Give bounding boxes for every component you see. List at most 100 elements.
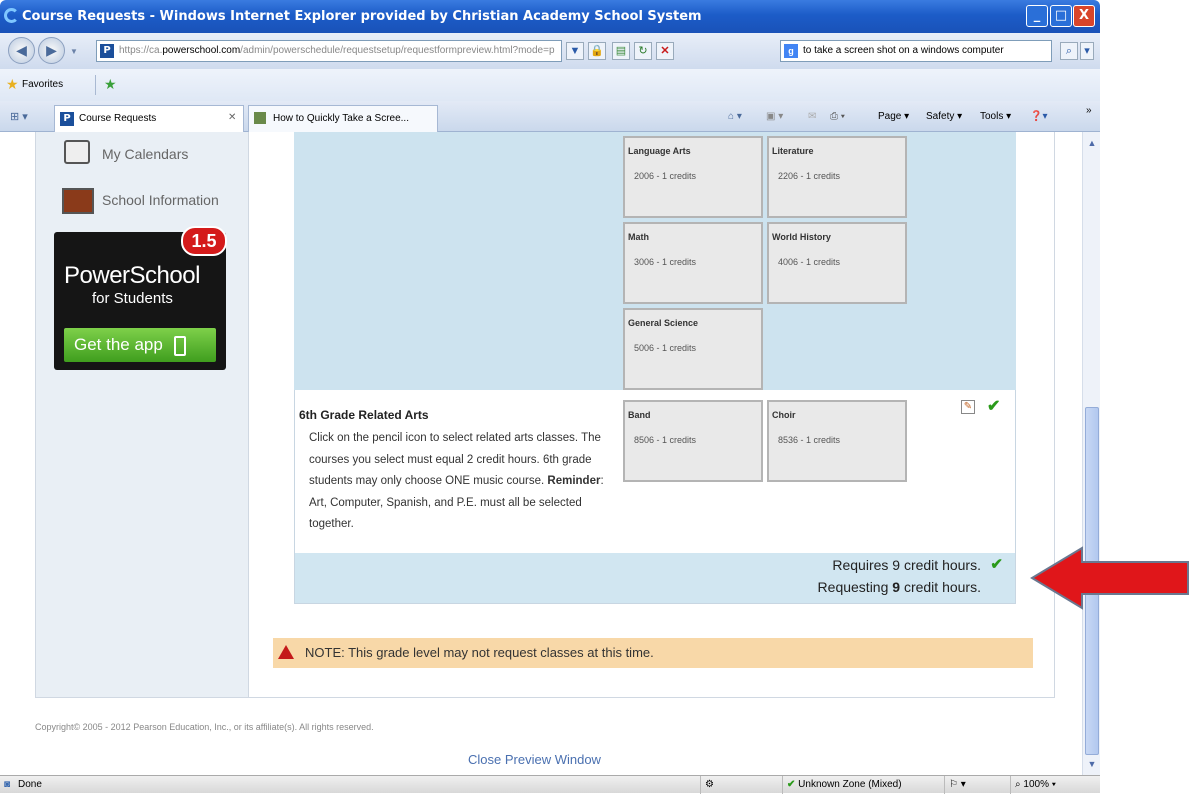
- page-content: My Calendars School Information 1.5 Powe…: [0, 132, 1100, 775]
- address-dropdown-button[interactable]: ▼: [566, 42, 584, 60]
- back-button[interactable]: ◀: [8, 37, 35, 64]
- protected-mode-icon[interactable]: ⚐ ▾: [944, 776, 1008, 794]
- calendar-icon: [64, 140, 90, 164]
- close-tab-icon[interactable]: ✕: [228, 112, 236, 123]
- tab-label: Course Requests: [79, 113, 157, 124]
- add-favorite-icon[interactable]: ★: [104, 76, 117, 93]
- requesting-credits: Requesting 9 credit hours.: [818, 579, 981, 595]
- minimize-button[interactable]: _: [1026, 5, 1048, 27]
- course-credits: 4006 - 1 credits: [778, 257, 841, 267]
- grade-level-note: NOTE: This grade level may not request c…: [273, 638, 1033, 668]
- scroll-up-arrow-icon[interactable]: ▲: [1085, 136, 1099, 150]
- sidebar-item-school-information[interactable]: School Information: [102, 192, 219, 208]
- pencil-edit-icon[interactable]: ✎: [961, 400, 975, 414]
- requires-credits: Requires 9 credit hours. ✔: [832, 556, 1003, 573]
- school-icon: [62, 188, 94, 214]
- course-credits: 8506 - 1 credits: [634, 435, 697, 445]
- address-bar[interactable]: https://ca.powerschool.com/admin/powersc…: [96, 40, 562, 62]
- zoom-icon: ⌕: [1015, 779, 1021, 790]
- red-arrow-annotation: [1030, 546, 1189, 610]
- history-dropdown-icon[interactable]: ▼: [70, 47, 78, 56]
- forward-button[interactable]: ▶: [38, 37, 65, 64]
- tab-how-to-screenshot[interactable]: How to Quickly Take a Scree...: [248, 105, 438, 132]
- checkmark-icon: ✔: [987, 398, 1001, 415]
- course-name: General Science: [628, 318, 699, 328]
- close-preview-link[interactable]: Close Preview Window: [468, 752, 601, 767]
- tools-menu-label: Tools: [980, 111, 1004, 122]
- maximize-button[interactable]: □: [1050, 5, 1072, 27]
- checkmark-icon: ✔: [787, 779, 796, 790]
- search-input[interactable]: to take a screen shot on a windows compu…: [780, 40, 1052, 62]
- course-name: Math: [628, 232, 649, 242]
- page-status-icon: ◙: [4, 779, 11, 790]
- copyright: Copyright© 2005 - 2012 Pearson Education…: [35, 722, 374, 732]
- credit-summary: Requires 9 credit hours. ✔ Requesting 9 …: [295, 553, 1015, 603]
- related-arts-section: 6th Grade Related Arts Click on the penc…: [294, 390, 1016, 604]
- zone-label: Unknown Zone (Mixed): [798, 779, 902, 790]
- course-card: Band 8506 - 1 credits: [623, 400, 763, 482]
- vertical-scrollbar[interactable]: ▲ ▼: [1082, 132, 1100, 775]
- privacy-icon[interactable]: ⚙: [700, 776, 780, 794]
- feeds-icon[interactable]: ▣ ▾: [766, 111, 783, 122]
- course-card: Language Arts 2006 - 1 credits: [623, 136, 763, 218]
- url-domain: powerschool.com: [162, 45, 241, 56]
- course-name: Language Arts: [628, 146, 691, 156]
- course-credits: 8536 - 1 credits: [778, 435, 841, 445]
- window-title: Course Requests - Windows Internet Explo…: [22, 9, 702, 24]
- get-the-app-label: Get the app: [74, 335, 163, 354]
- powerschool-app-ad[interactable]: 1.5 PowerSchool for Students Get the app: [54, 226, 227, 370]
- lock-icon[interactable]: 🔒: [588, 42, 606, 60]
- sidebar-item-my-calendars[interactable]: My Calendars: [102, 146, 188, 162]
- requesting-value: 9: [892, 579, 901, 595]
- main-panel: Language Arts 2006 - 1 credits Literatur…: [249, 132, 1055, 698]
- zoom-control[interactable]: ⌕ 100% ▾: [1010, 776, 1100, 794]
- home-icon[interactable]: ⌂ ▾: [728, 111, 742, 122]
- requesting-suffix: credit hours.: [900, 579, 981, 595]
- more-toolbar-icon[interactable]: »: [1086, 105, 1092, 116]
- page-menu[interactable]: Page ▾: [878, 111, 909, 122]
- course-credits: 2206 - 1 credits: [778, 171, 841, 181]
- course-name: Band: [628, 410, 651, 420]
- scroll-down-arrow-icon[interactable]: ▼: [1085, 757, 1099, 771]
- search-button[interactable]: ⌕: [1060, 42, 1078, 60]
- stop-button[interactable]: ✕: [656, 42, 674, 60]
- quick-tabs-icon[interactable]: ⊞ ▾: [10, 110, 28, 123]
- core-courses-section: Language Arts 2006 - 1 credits Literatur…: [294, 132, 1016, 390]
- safety-menu[interactable]: Safety ▾: [926, 111, 962, 122]
- tab-label: How to Quickly Take a Scree...: [273, 113, 409, 124]
- print-icon[interactable]: ⎙ ▾: [830, 111, 845, 122]
- refresh-button[interactable]: ↻: [634, 42, 652, 60]
- course-card: Math 3006 - 1 credits: [623, 222, 763, 304]
- close-window-button[interactable]: X: [1073, 5, 1095, 27]
- note-text: NOTE: This grade level may not request c…: [305, 645, 654, 660]
- security-zone[interactable]: ✔ Unknown Zone (Mixed): [782, 776, 942, 794]
- page-menu-label: Page: [878, 111, 902, 122]
- course-card: Literature 2206 - 1 credits: [767, 136, 907, 218]
- ie-logo-icon: [4, 8, 19, 23]
- course-card: World History 4006 - 1 credits: [767, 222, 907, 304]
- address-toolbar: ◀ ▶ ▼ https://ca.powerschool.com/admin/p…: [0, 33, 1100, 69]
- warning-icon: [278, 645, 294, 659]
- tab-course-requests[interactable]: Course Requests: [54, 105, 244, 132]
- status-bar: ◙ Done ⚙ ✔ Unknown Zone (Mixed) ⚐ ▾ ⌕ 10…: [0, 775, 1100, 794]
- related-arts-heading: 6th Grade Related Arts: [299, 408, 429, 422]
- favorites-bar: ★ Favorites ★: [0, 69, 1100, 101]
- safety-menu-label: Safety: [926, 111, 955, 122]
- tools-menu[interactable]: Tools ▾: [980, 111, 1011, 122]
- course-card: Choir 8536 - 1 credits: [767, 400, 907, 482]
- favorites-button[interactable]: Favorites: [22, 79, 63, 90]
- help-icon[interactable]: ❓▾: [1030, 111, 1047, 122]
- url-path: /admin/powerschedule/requestsetup/reques…: [240, 45, 555, 56]
- zoom-value: 100%: [1023, 779, 1049, 790]
- mail-icon[interactable]: ✉: [808, 111, 816, 122]
- url-prefix: https://ca.: [119, 45, 163, 56]
- course-name: Choir: [772, 410, 796, 420]
- checkmark-icon: ✔: [990, 556, 1003, 573]
- google-icon: g: [784, 44, 798, 58]
- search-options-button[interactable]: ▾: [1080, 42, 1094, 60]
- tab-favicon-icon: [254, 112, 266, 124]
- status-text: Done: [18, 779, 42, 790]
- ad-title: PowerSchool: [64, 262, 200, 289]
- get-the-app-button[interactable]: Get the app: [64, 328, 216, 362]
- compatibility-icon[interactable]: ▤: [612, 42, 630, 60]
